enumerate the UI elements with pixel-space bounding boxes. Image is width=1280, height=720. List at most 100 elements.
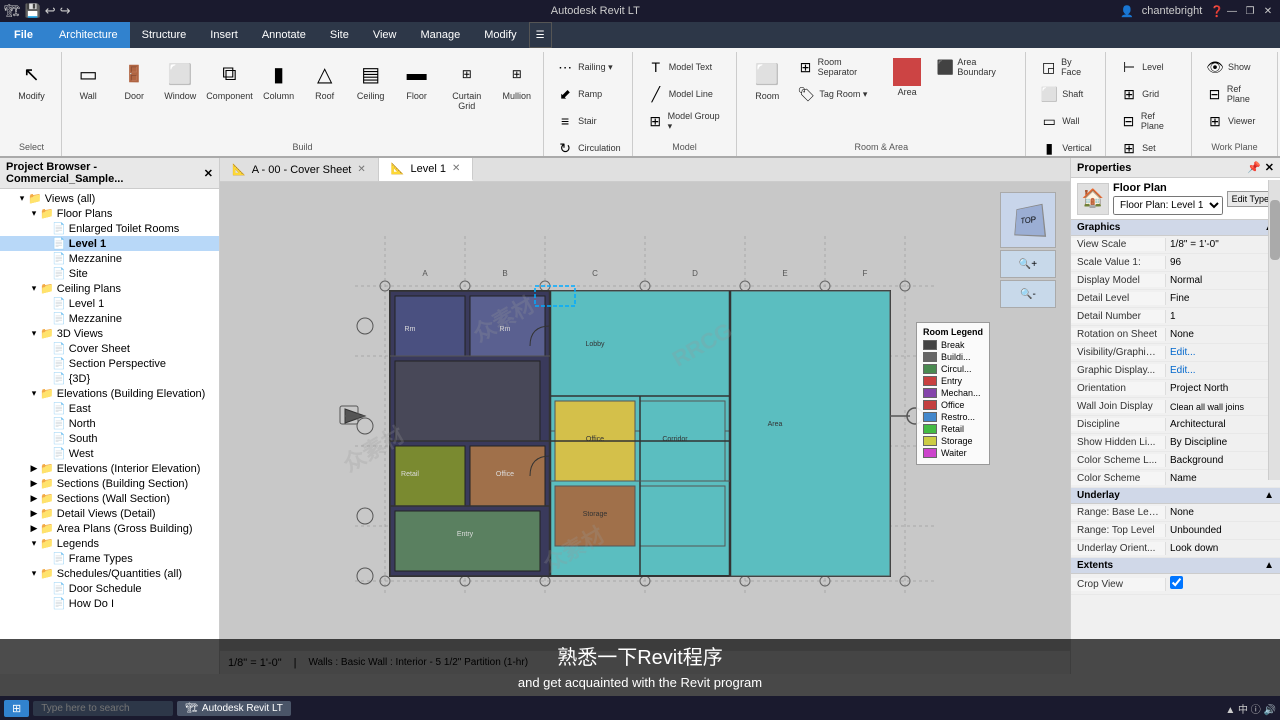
ceiling-btn[interactable]: ▤ Ceiling [349,54,393,106]
tree-legends[interactable]: ▾ 📁 Legends [0,536,219,551]
base-level-val[interactable]: None [1166,506,1280,519]
wall-join-val[interactable]: Clean all wall joins [1166,401,1280,413]
display-model-val[interactable]: Normal [1166,274,1280,287]
tree-elevations-bldg[interactable]: ▾ 📁 Elevations (Building Elevation) [0,386,219,401]
tree-south[interactable]: 📄 South [0,431,219,446]
model-group-btn[interactable]: ⊞ Model Group ▾ [641,108,729,135]
color-scheme-val[interactable]: Name [1166,472,1280,485]
prop-selector-dropdown[interactable]: Floor Plan: Level 1 [1113,196,1223,215]
model-line-btn[interactable]: ╱ Model Line [641,81,729,107]
prop-section-extents[interactable]: Extents ▲ [1071,558,1280,574]
undo-icon[interactable]: ↩ [45,3,56,19]
room-sep-btn[interactable]: ⊞ Room Separator [791,54,883,80]
orientation-val[interactable]: Project North [1166,382,1280,395]
prop-section-graphics[interactable]: Graphics ▲ [1071,220,1280,236]
prop-section-underlay[interactable]: Underlay ▲ [1071,488,1280,504]
nav-zoom-out[interactable]: 🔍- [1000,280,1056,308]
menu-structure[interactable]: Structure [130,22,199,48]
color-scheme-loc-val[interactable]: Background [1166,454,1280,467]
redo-icon[interactable]: ↪ [60,3,71,19]
tab-cover-close[interactable]: ✕ [357,164,365,175]
tree-ceiling-plans[interactable]: ▾ 📁 Ceiling Plans [0,281,219,296]
tree-3d-views[interactable]: ▾ 📁 3D Views [0,326,219,341]
taskbar-search[interactable] [33,701,173,716]
wall-opening-btn[interactable]: ▭ Wall [1034,108,1097,134]
area-btn[interactable]: Area [885,54,929,102]
wall-btn[interactable]: ▭ Wall [66,54,110,106]
grid-btn[interactable]: ⊞ Grid [1114,81,1183,107]
taskbar-revit[interactable]: 🏗 Autodesk Revit LT [177,701,291,716]
tree-how-do-i[interactable]: 📄 How Do I [0,596,219,611]
roof-btn[interactable]: △ Roof [303,54,347,106]
view-scale-value[interactable]: 1/8" = 1'-0" [1166,238,1280,251]
crop-view-val[interactable] [1166,575,1280,593]
tree-views-all[interactable]: ▾ 📁 Views (all) [0,191,219,206]
graphic-display-val[interactable]: Edit... [1166,364,1280,377]
modify-btn[interactable]: ↖ Modify [10,54,54,106]
menu-annotate[interactable]: Annotate [250,22,318,48]
menu-context[interactable]: ☰ [529,22,552,48]
railing-btn[interactable]: ⋯ Railing ▾ [550,54,626,80]
tree-cover-sheet[interactable]: 📄 Cover Sheet [0,341,219,356]
minimize-btn[interactable]: — [1224,3,1240,19]
collapse-underlay-icon[interactable]: ▲ [1264,490,1274,501]
tab-level1-close[interactable]: ✕ [452,163,460,174]
top-level-val[interactable]: Unbounded [1166,524,1280,537]
tree-ceiling-l1[interactable]: 📄 Level 1 [0,296,219,311]
mullion-btn[interactable]: ⊞ Mullion [495,54,539,106]
tree-detail-views[interactable]: ▶ 📁 Detail Views (Detail) [0,506,219,521]
start-button[interactable]: ⊞ [4,700,29,717]
tree-north[interactable]: 📄 North [0,416,219,431]
restore-btn[interactable]: ❐ [1242,3,1258,19]
door-btn[interactable]: 🚪 Door [112,54,156,106]
tab-cover-sheet[interactable]: 📐 A - 00 - Cover Sheet ✕ [220,158,379,181]
menu-manage[interactable]: Manage [408,22,472,48]
prop-close-icon[interactable]: ✕ [1265,161,1274,174]
window-btn[interactable]: ⬜ Window [158,54,202,106]
tree-sections-bldg[interactable]: ▶ 📁 Sections (Building Section) [0,476,219,491]
close-btn[interactable]: ✕ [1260,3,1276,19]
visibility-val[interactable]: Edit... [1166,346,1280,359]
detail-num-val[interactable]: 1 [1166,310,1280,323]
column-btn[interactable]: ▮ Column [257,54,301,106]
tab-level1[interactable]: 📐 Level 1 ✕ [379,158,474,181]
detail-level-val[interactable]: Fine [1166,292,1280,305]
rotation-val[interactable]: None [1166,328,1280,341]
crop-view-checkbox[interactable] [1170,576,1183,589]
tree-3d[interactable]: 📄 {3D} [0,371,219,386]
floor-btn[interactable]: ▬ Floor [395,54,439,106]
nav-cube-3d[interactable]: TOP [1000,192,1056,248]
tree-mezzanine[interactable]: 📄 Mezzanine [0,251,219,266]
menu-insert[interactable]: Insert [198,22,250,48]
discipline-val[interactable]: Architectural [1166,418,1280,431]
help-icon[interactable]: ❓ [1210,5,1224,18]
show-hidden-val[interactable]: By Discipline [1166,436,1280,449]
tree-frame-types[interactable]: 📄 Frame Types [0,551,219,566]
tree-level-1[interactable]: 📄 Level 1 [0,236,219,251]
underlay-orient-val[interactable]: Look down [1166,542,1280,555]
ramp-btn[interactable]: ⬋ Ramp [550,81,626,107]
tree-area-plans[interactable]: ▶ 📁 Area Plans (Gross Building) [0,521,219,536]
pb-close-icon[interactable]: ✕ [204,167,213,180]
tree-ceiling-mezz[interactable]: 📄 Mezzanine [0,311,219,326]
canvas-area[interactable]: 众素材 众素材 众素材 RRCG [220,182,1070,650]
tree-door-sched[interactable]: 📄 Door Schedule [0,581,219,596]
tree-west[interactable]: 📄 West [0,446,219,461]
show-btn[interactable]: 👁 Show [1200,54,1269,80]
revit-icon[interactable]: 🏗 [4,3,21,19]
ref-plane-btn[interactable]: ⊟ Ref Plane [1114,108,1183,134]
nav-zoom-in[interactable]: 🔍+ [1000,250,1056,278]
menu-site[interactable]: Site [318,22,361,48]
curtain-btn[interactable]: ⊞ Curtain Grid [441,54,493,116]
menu-view[interactable]: View [361,22,409,48]
scale-value-val[interactable]: 96 [1166,256,1280,269]
tree-site[interactable]: 📄 Site [0,266,219,281]
window-controls[interactable]: — ❐ ✕ [1224,3,1276,19]
room-btn[interactable]: ⬜ Room [745,54,789,106]
tree-section-persp[interactable]: 📄 Section Perspective [0,356,219,371]
file-menu[interactable]: File [0,22,47,48]
tree-schedules[interactable]: ▾ 📁 Schedules/Quantities (all) [0,566,219,581]
area-boundary-btn[interactable]: ⬛ Area Boundary [931,54,1017,80]
edit-type-btn[interactable]: Edit Type [1227,191,1274,207]
save-icon[interactable]: 💾 [25,3,41,19]
